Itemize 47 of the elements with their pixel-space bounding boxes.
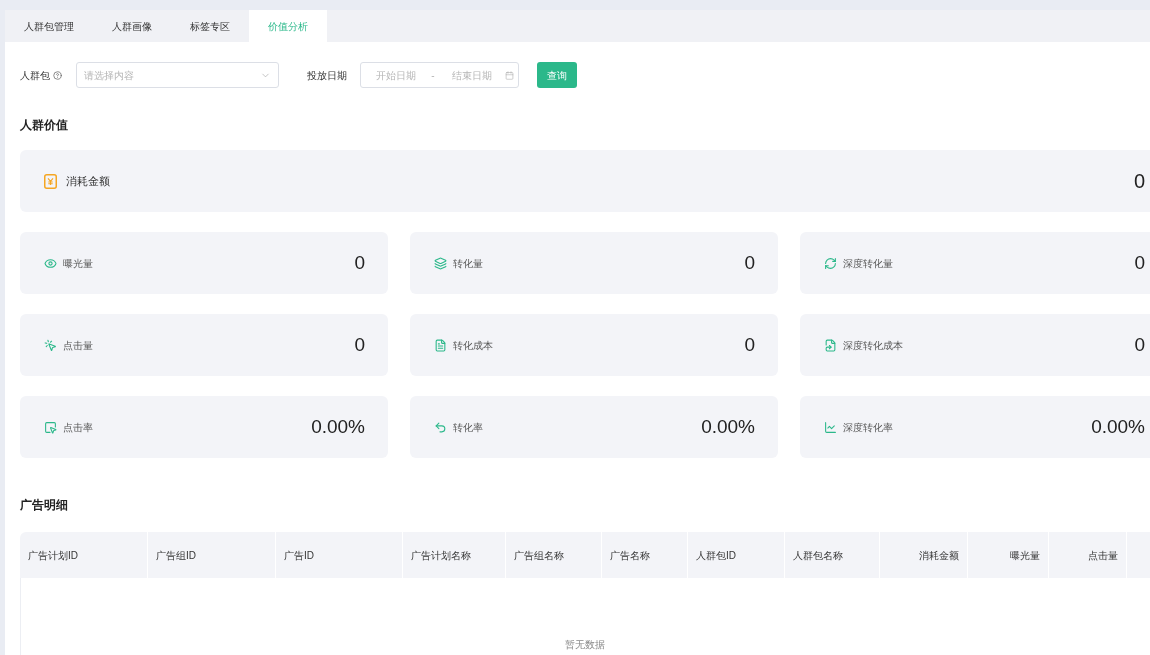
yen-icon [44, 173, 57, 189]
document-icon [434, 338, 447, 352]
query-button[interactable]: 查询 [537, 62, 577, 88]
metric-label: 消耗金额 [66, 173, 110, 189]
range-separator: - [430, 68, 436, 83]
metric-label: 转化量 [453, 256, 483, 271]
section-title: 人群价值 [20, 117, 68, 133]
section-title: 广告明细 [20, 497, 68, 513]
metric-value: 0 [744, 332, 755, 357]
click-pointer-icon [44, 338, 57, 352]
metric-label: 深度转化成本 [843, 338, 903, 353]
filter-label: 人群包 [20, 68, 50, 83]
help-icon[interactable] [53, 70, 62, 80]
layers-icon [434, 256, 447, 270]
tab[interactable]: 人群包管理 [5, 10, 93, 42]
crowd-pack-select[interactable]: 请选择内容 [76, 62, 279, 88]
metric-value: 0 [1133, 169, 1145, 194]
metric-value: 0 [1134, 250, 1145, 275]
return-arrow-icon [434, 420, 447, 434]
date-range-field[interactable]: 开始日期 - 结束日期 [360, 62, 519, 88]
metric-label: 深度转化率 [843, 420, 893, 435]
end-date-input[interactable]: 结束日期 [442, 67, 502, 83]
metric-label: 转化成本 [453, 338, 493, 353]
frame-pointer-icon [44, 420, 57, 434]
filter-label: 投放日期 [307, 68, 347, 83]
tab[interactable]: 价值分析 [249, 10, 327, 42]
metric-value: 0 [744, 250, 755, 275]
metric-value: 0.00% [701, 414, 755, 439]
file-arrow-icon [824, 338, 837, 352]
metric-value: 0.00% [311, 414, 365, 439]
start-date-input[interactable]: 开始日期 [368, 67, 424, 83]
eye-icon [44, 256, 57, 270]
metric-label: 曝光量 [63, 256, 93, 271]
refresh-icon [824, 256, 837, 270]
metric-label: 点击率 [63, 420, 93, 435]
tab[interactable]: 人群画像 [93, 10, 171, 42]
empty-text: 暂无数据 [564, 638, 605, 652]
metric-value: 0 [1134, 332, 1145, 357]
metric-label: 转化率 [453, 420, 483, 435]
metric-label: 点击量 [63, 338, 93, 353]
line-chart-icon [824, 420, 837, 434]
metric-value: 0.00% [1091, 414, 1145, 439]
calendar-icon [505, 70, 514, 80]
tab[interactable]: 标签专区 [171, 10, 249, 42]
metric-value: 0 [354, 332, 365, 357]
metric-value: 0 [354, 250, 365, 275]
metric-label: 深度转化量 [843, 256, 893, 271]
